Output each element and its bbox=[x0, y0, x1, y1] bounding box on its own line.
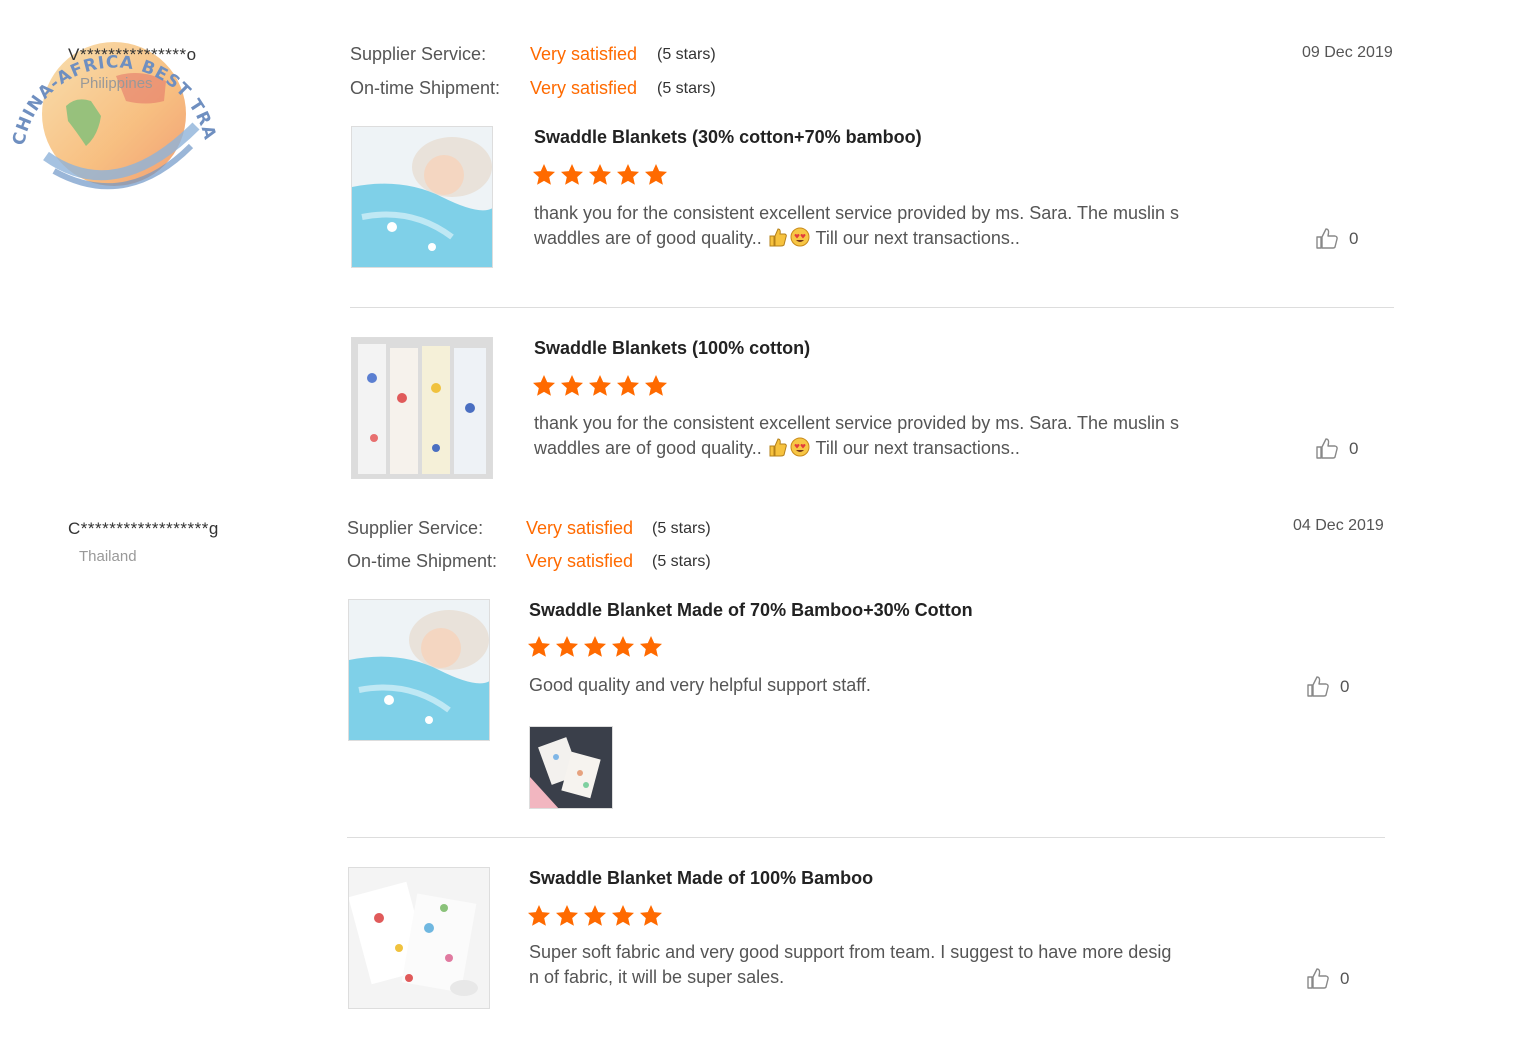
product-rating bbox=[527, 904, 663, 928]
shipment-value: Very satisfied bbox=[530, 78, 638, 98]
product-rating bbox=[532, 163, 668, 187]
supplier-service-value: Very satisfied bbox=[530, 44, 638, 64]
review-comment: Super soft fabric and very good support … bbox=[529, 940, 1229, 990]
product-title[interactable]: Swaddle Blankets (100% cotton) bbox=[534, 338, 810, 359]
divider bbox=[347, 837, 1385, 838]
comment-line: thank you for the consistent excellent s… bbox=[534, 203, 1179, 223]
star-icon bbox=[528, 905, 550, 926]
star-icon bbox=[612, 636, 634, 657]
review-comment: Good quality and very helpful support st… bbox=[529, 673, 1229, 698]
heart-eyes-emoji-icon bbox=[790, 227, 810, 247]
review-comment: thank you for the consistent excellent s… bbox=[534, 411, 1234, 461]
like-button[interactable]: 0 bbox=[1306, 967, 1349, 991]
review-date: 09 Dec 2019 bbox=[1302, 44, 1393, 61]
comment-line: n of fabric, it will be super sales. bbox=[529, 967, 785, 987]
star-icon bbox=[533, 164, 555, 185]
star-icon bbox=[612, 905, 634, 926]
product-thumbnail[interactable] bbox=[351, 337, 493, 479]
like-button[interactable]: 0 bbox=[1315, 227, 1358, 251]
product-title[interactable]: Swaddle Blanket Made of 100% Bamboo bbox=[529, 868, 873, 889]
comment-text: Till our next transactions.. bbox=[815, 228, 1020, 248]
thumbs-up-icon bbox=[1307, 968, 1329, 989]
like-count: 0 bbox=[1349, 439, 1359, 458]
thumbs-up-emoji-icon bbox=[769, 228, 787, 247]
comment-text: Till our next transactions.. bbox=[815, 438, 1020, 458]
star-icon bbox=[640, 905, 662, 926]
shipment-stars: (5 stars) bbox=[652, 553, 711, 570]
review-photo[interactable] bbox=[529, 726, 613, 809]
product-thumbnail[interactable] bbox=[348, 867, 490, 1009]
buyer-country: Thailand bbox=[79, 548, 137, 565]
star-icon bbox=[584, 636, 606, 657]
comment-line: waddles are of good quality.. Till our n… bbox=[534, 436, 1234, 461]
heart-eyes-emoji-icon bbox=[790, 437, 810, 457]
review-comment: thank you for the consistent excellent s… bbox=[534, 201, 1234, 251]
buyer-name: C******************g bbox=[68, 519, 219, 538]
star-icon bbox=[556, 905, 578, 926]
like-button[interactable]: 0 bbox=[1306, 675, 1349, 699]
supplier-service-value: Very satisfied bbox=[526, 518, 634, 538]
star-icon bbox=[561, 164, 583, 185]
comment-line: waddles are of good quality.. Till our n… bbox=[534, 226, 1234, 251]
supplier-service-label: Supplier Service: bbox=[350, 44, 487, 64]
like-count: 0 bbox=[1349, 229, 1359, 248]
product-rating bbox=[532, 374, 668, 398]
shipment-stars: (5 stars) bbox=[657, 80, 716, 97]
like-count: 0 bbox=[1340, 969, 1350, 988]
buyer-country: Philippines bbox=[80, 75, 153, 92]
star-icon bbox=[645, 375, 667, 396]
star-icon bbox=[617, 375, 639, 396]
thumbs-up-icon bbox=[1307, 676, 1329, 697]
comment-line: thank you for the consistent excellent s… bbox=[534, 413, 1179, 433]
star-icon bbox=[556, 636, 578, 657]
divider bbox=[350, 307, 1394, 308]
product-thumbnail[interactable] bbox=[351, 126, 493, 268]
like-button[interactable]: 0 bbox=[1315, 437, 1358, 461]
star-icon bbox=[589, 164, 611, 185]
star-icon bbox=[561, 375, 583, 396]
review-date: 04 Dec 2019 bbox=[1293, 517, 1384, 534]
product-title[interactable]: Swaddle Blanket Made of 70% Bamboo+30% C… bbox=[529, 600, 973, 621]
comment-line: Super soft fabric and very good support … bbox=[529, 942, 1172, 962]
product-thumbnail[interactable] bbox=[348, 599, 490, 741]
comment-text: waddles are of good quality.. bbox=[534, 438, 762, 458]
like-count: 0 bbox=[1340, 677, 1350, 696]
thumbs-up-icon bbox=[1316, 228, 1338, 249]
star-icon bbox=[528, 636, 550, 657]
comment-text: waddles are of good quality.. bbox=[534, 228, 762, 248]
shipment-value: Very satisfied bbox=[526, 551, 634, 571]
star-icon bbox=[640, 636, 662, 657]
thumbs-up-emoji-icon bbox=[769, 438, 787, 457]
supplier-service-stars: (5 stars) bbox=[657, 46, 716, 63]
supplier-service-stars: (5 stars) bbox=[652, 520, 711, 537]
shipment-label: On-time Shipment: bbox=[350, 78, 501, 98]
product-title[interactable]: Swaddle Blankets (30% cotton+70% bamboo) bbox=[534, 127, 922, 148]
shipment-label: On-time Shipment: bbox=[347, 551, 498, 571]
star-icon bbox=[584, 905, 606, 926]
watermark-logo: CHINA-AFRICA BEST TRADING PLATFORM bbox=[0, 0, 226, 196]
comment-line: Good quality and very helpful support st… bbox=[529, 675, 871, 695]
star-icon bbox=[533, 375, 555, 396]
buyer-name: V***************o bbox=[68, 45, 197, 64]
star-icon bbox=[645, 164, 667, 185]
star-icon bbox=[589, 375, 611, 396]
thumbs-up-icon bbox=[1316, 438, 1338, 459]
star-icon bbox=[617, 164, 639, 185]
product-rating bbox=[527, 635, 663, 659]
supplier-service-label: Supplier Service: bbox=[347, 518, 484, 538]
